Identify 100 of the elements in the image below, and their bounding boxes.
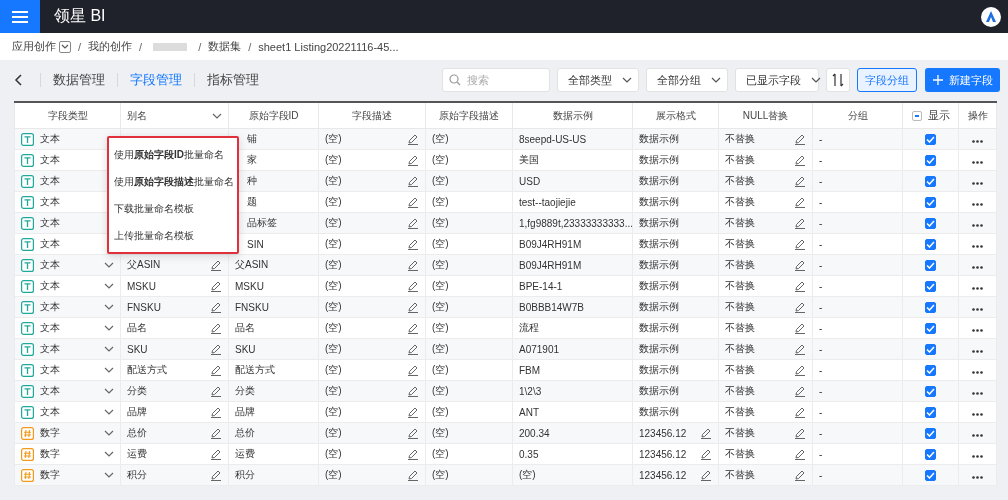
checkbox[interactable] [925, 175, 936, 187]
edit-icon[interactable] [210, 427, 222, 439]
more-icon[interactable] [972, 265, 983, 269]
filter-dropdown[interactable]: 全部类型 [557, 68, 639, 92]
chevron-icon[interactable] [104, 346, 114, 352]
edit-icon[interactable] [210, 469, 222, 481]
chevron-icon[interactable] [104, 430, 114, 436]
edit-icon[interactable] [794, 217, 806, 229]
more-icon[interactable] [972, 139, 983, 143]
edit-icon[interactable] [794, 301, 806, 313]
chevron-icon[interactable] [104, 304, 114, 310]
edit-icon[interactable] [794, 469, 806, 481]
checkbox[interactable] [925, 196, 936, 208]
sort-button[interactable] [826, 68, 850, 92]
menu-item[interactable]: 使用原始字段描述批量命名 [109, 168, 237, 195]
edit-icon[interactable] [210, 364, 222, 376]
edit-icon[interactable] [210, 259, 222, 271]
edit-icon[interactable] [210, 343, 222, 355]
edit-icon[interactable] [407, 154, 419, 166]
more-icon[interactable] [972, 328, 983, 332]
edit-icon[interactable] [407, 364, 419, 376]
field-group-button[interactable]: 字段分组 [857, 68, 917, 92]
more-icon[interactable] [972, 160, 983, 164]
edit-icon[interactable] [407, 217, 419, 229]
more-icon[interactable] [972, 307, 983, 311]
checkbox[interactable] [925, 280, 936, 292]
more-icon[interactable] [972, 454, 983, 458]
back-icon[interactable] [14, 74, 22, 86]
tab[interactable]: 字段管理 [130, 71, 182, 89]
edit-icon[interactable] [794, 343, 806, 355]
new-field-button[interactable]: 新建字段 [925, 68, 1000, 92]
edit-icon[interactable] [210, 448, 222, 460]
checkbox[interactable] [925, 133, 936, 145]
edit-icon[interactable] [794, 133, 806, 145]
more-icon[interactable] [972, 349, 983, 353]
checkbox[interactable] [925, 238, 936, 250]
search-field[interactable]: 搜索 [442, 68, 550, 92]
tab[interactable]: 指标管理 [207, 71, 259, 89]
chevron-icon[interactable] [104, 262, 114, 268]
checkbox[interactable] [911, 110, 922, 121]
chevron-icon[interactable] [104, 388, 114, 394]
breadcrumb-link[interactable]: sheet1 Listing20221116-45... [258, 40, 399, 53]
checkbox[interactable] [925, 154, 936, 166]
checkbox[interactable] [925, 343, 936, 355]
edit-icon[interactable] [794, 385, 806, 397]
checkbox[interactable] [925, 217, 936, 229]
menu-item[interactable]: 下载批量命名模板 [109, 195, 237, 222]
edit-icon[interactable] [794, 364, 806, 376]
edit-icon[interactable] [407, 322, 419, 334]
filter-dropdown[interactable]: 已显示字段 [735, 68, 819, 92]
more-icon[interactable] [972, 433, 983, 437]
edit-icon[interactable] [700, 469, 712, 481]
edit-icon[interactable] [794, 259, 806, 271]
checkbox[interactable] [925, 448, 936, 460]
edit-icon[interactable] [407, 427, 419, 439]
edit-icon[interactable] [407, 448, 419, 460]
chevron-icon[interactable] [104, 409, 114, 415]
edit-icon[interactable] [700, 427, 712, 439]
edit-icon[interactable] [794, 175, 806, 187]
edit-icon[interactable] [407, 133, 419, 145]
breadcrumb-link[interactable]: 应用创作 [12, 39, 56, 54]
checkbox[interactable] [925, 259, 936, 271]
checkbox[interactable] [925, 364, 936, 376]
tab[interactable]: 数据管理 [53, 71, 105, 89]
checkbox[interactable] [925, 322, 936, 334]
edit-icon[interactable] [407, 343, 419, 355]
more-icon[interactable] [972, 181, 983, 185]
edit-icon[interactable] [407, 280, 419, 292]
checkbox[interactable] [925, 385, 936, 397]
more-icon[interactable] [972, 412, 983, 416]
chevron-icon[interactable] [104, 283, 114, 289]
chevron-icon[interactable] [104, 451, 114, 457]
edit-icon[interactable] [407, 259, 419, 271]
edit-icon[interactable] [407, 385, 419, 397]
chevron-icon[interactable] [104, 472, 114, 478]
breadcrumb-link[interactable]: 数据集 [208, 39, 242, 54]
chevron-icon[interactable] [104, 325, 114, 331]
edit-icon[interactable] [794, 238, 806, 250]
more-icon[interactable] [972, 370, 983, 374]
edit-icon[interactable] [210, 385, 222, 397]
menu-item[interactable]: 使用原始字段ID批量命名 [109, 141, 237, 168]
checkbox[interactable] [925, 301, 936, 313]
edit-icon[interactable] [794, 448, 806, 460]
edit-icon[interactable] [407, 175, 419, 187]
chevron-icon[interactable] [212, 112, 222, 119]
edit-icon[interactable] [407, 301, 419, 313]
edit-icon[interactable] [794, 406, 806, 418]
filter-dropdown[interactable]: 全部分组 [646, 68, 728, 92]
menu-button[interactable] [0, 0, 40, 33]
edit-icon[interactable] [210, 280, 222, 292]
dropdown-button[interactable] [59, 40, 71, 53]
edit-icon[interactable] [407, 238, 419, 250]
edit-icon[interactable] [700, 448, 712, 460]
checkbox[interactable] [925, 406, 936, 418]
edit-icon[interactable] [210, 322, 222, 334]
edit-icon[interactable] [210, 301, 222, 313]
more-icon[interactable] [972, 202, 983, 206]
more-icon[interactable] [972, 286, 983, 290]
edit-icon[interactable] [794, 154, 806, 166]
edit-icon[interactable] [407, 469, 419, 481]
